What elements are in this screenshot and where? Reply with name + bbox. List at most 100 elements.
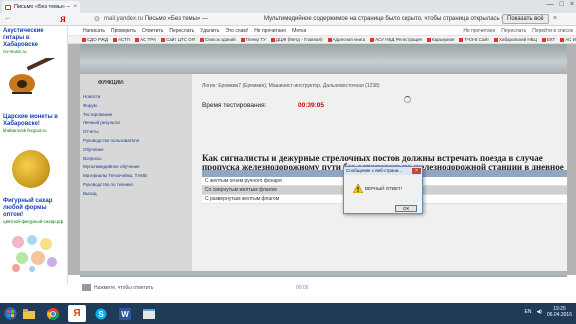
ad-url[interactable]: rio-music.ru xyxy=(3,49,66,54)
sidebar-item-exit[interactable]: Выход xyxy=(83,190,147,199)
bookmark-label: Хабаровский НБЦ xyxy=(499,37,537,42)
loading-spinner-icon xyxy=(404,96,411,103)
dialog-close-button[interactable]: × xyxy=(412,168,421,174)
quick-reply[interactable]: Нажмите, чтобы ответить xyxy=(82,284,153,291)
reply-link[interactable]: Ответить xyxy=(142,28,163,34)
window-icon xyxy=(143,308,155,319)
sidebar-item-tech-guide[interactable]: Руководство по технике xyxy=(83,181,147,190)
svg-text:S: S xyxy=(98,309,104,318)
toolbar-right-forward[interactable]: Переслать xyxy=(501,28,526,34)
quick-reply-text[interactable]: Нажмите, чтобы ответить xyxy=(94,285,153,291)
page-header-banner xyxy=(80,44,567,74)
label-link[interactable]: Метка xyxy=(292,28,306,34)
bookmark-favicon-icon xyxy=(113,37,118,42)
ad-sugar[interactable]: Фигурный сахар любой формы оптом! цветно… xyxy=(3,198,66,224)
guitar-image[interactable] xyxy=(6,58,62,98)
skype-taskbar-icon[interactable]: S xyxy=(92,305,110,322)
dialog-message: ВЕРНЫЙ ОТВЕТ! xyxy=(365,186,402,191)
svg-text:W: W xyxy=(121,310,129,319)
sidebar-item-multimedia[interactable]: Мультимедийное обучение xyxy=(83,163,147,172)
bookmark-label: СДО РЖД xyxy=(87,37,109,42)
bookmark-label: АСУ НБД Регистрация xyxy=(375,37,422,42)
sugar-image[interactable] xyxy=(8,232,60,272)
bookmark-favicon-icon xyxy=(82,37,86,42)
bookmark-favicon-icon xyxy=(494,37,499,42)
bookmark-item[interactable]: Адресная книга xyxy=(327,37,365,42)
delete-link[interactable]: Удалить xyxy=(200,28,219,34)
ads-column: Акустические гитары в Хабаровске rio-mus… xyxy=(0,26,68,284)
forward-link[interactable]: Переслать xyxy=(169,28,194,34)
show-all-button[interactable]: Показать всё xyxy=(502,14,549,24)
start-button[interactable] xyxy=(0,303,20,324)
bookmark-item[interactable]: ЕКТ xyxy=(541,37,555,42)
chrome-taskbar-icon[interactable] xyxy=(44,305,62,322)
ad-title[interactable]: Царские монеты в Хабаровске! xyxy=(3,114,66,128)
language-indicator[interactable]: EN xyxy=(525,309,532,315)
toolbar-right-unread[interactable]: Не прочитано xyxy=(463,28,495,34)
bookmark-label: ТЧЭ-8 Сайт xyxy=(464,37,490,42)
bookmark-item[interactable]: Карьерная xyxy=(427,37,454,42)
sidebar-item-forum[interactable]: Форум xyxy=(83,102,147,111)
bookmark-item[interactable]: АСТП xyxy=(113,37,130,42)
toolbar-right-list[interactable]: Перейти в список xyxy=(532,28,573,34)
close-window-button[interactable]: × xyxy=(570,1,574,8)
tab-close-icon[interactable]: × xyxy=(73,4,77,10)
ad-coins[interactable]: Царские монеты в Хабаровске! khabarovsk.… xyxy=(3,114,66,133)
yandex-taskbar-icon[interactable]: Я xyxy=(68,305,86,322)
explorer-taskbar-icon[interactable] xyxy=(20,305,38,322)
sidebar-item-personal-result[interactable]: Личный результат xyxy=(83,119,147,128)
browser-tab-bar: Письмо «Без темы» — × — □ × xyxy=(0,0,576,13)
bookmark-label: Список зданий xyxy=(204,37,236,42)
url-field[interactable]: mail.yandex.ru Письмо «Без темы» — xyxy=(104,16,208,22)
test-page: ФУНКЦИИ: Новости Форум Тестирование Личн… xyxy=(68,44,576,275)
bookmark-item[interactable]: Список зданий xyxy=(199,37,236,42)
clock-date: 06.04.2016 xyxy=(546,312,572,318)
sidebar-item-news[interactable]: Новости xyxy=(83,93,147,102)
sidebar-item-training[interactable]: Обучение xyxy=(83,146,147,155)
spam-link[interactable]: Это спам! xyxy=(225,28,248,34)
testing-time-value: 00:39:05 xyxy=(298,102,325,109)
sidebar-item-reports[interactable]: Отчеты xyxy=(83,128,147,137)
bookmark-item[interactable]: ТЧЭ-8 Сайт xyxy=(459,37,489,42)
bookmark-item[interactable]: Плеер ТУ xyxy=(240,37,266,42)
bookmark-item[interactable]: АС ТРА xyxy=(135,37,156,42)
yandex-icon: Я xyxy=(73,308,81,319)
ad-url[interactable]: цветной-фигурный-сахар.рф xyxy=(3,219,66,224)
back-icon[interactable]: ← xyxy=(4,15,11,22)
ad-title[interactable]: Акустические гитары в Хабаровске xyxy=(3,28,66,49)
ad-title[interactable]: Фигурный сахар любой формы оптом! xyxy=(3,198,66,219)
yandex-logo[interactable]: Я xyxy=(60,15,66,24)
maximize-button[interactable]: □ xyxy=(560,1,564,8)
sidebar-item-testing[interactable]: Тестирование xyxy=(83,111,147,120)
compose-link[interactable]: Написать xyxy=(83,28,105,34)
bookmark-item[interactable]: ДЦЖ (Метд - Главная) xyxy=(270,37,323,42)
warning-close-icon[interactable]: × xyxy=(553,15,557,22)
bookmark-item[interactable]: СДО РЖД xyxy=(82,37,108,42)
bookmark-item[interactable]: АСУ НБД Регистрация xyxy=(370,37,422,42)
bookmark-item[interactable]: Сайт ЦТС ОЯ xyxy=(160,37,195,42)
word-taskbar-icon[interactable]: W xyxy=(116,305,134,322)
unread-link[interactable]: Не прочитано xyxy=(254,28,286,34)
ok-button[interactable]: ОК xyxy=(395,205,417,212)
sidebar-item-questions[interactable]: Вопросы xyxy=(83,155,147,164)
minimize-button[interactable]: — xyxy=(547,1,554,8)
bookmark-label: Карьерная xyxy=(432,37,455,42)
bookmark-favicon-icon xyxy=(459,37,464,42)
bookmark-favicon-icon xyxy=(370,37,375,42)
bookmark-item[interactable]: АС Инструктор xyxy=(560,37,576,42)
browser-tab[interactable]: Письмо «Без темы» — × xyxy=(2,1,80,13)
volume-icon[interactable]: ◀) xyxy=(536,309,542,315)
bookmark-label: АС ТРА xyxy=(140,37,156,42)
sidebar-item-materials[interactable]: Материалы Тензочейка, ТАМБ xyxy=(83,172,147,181)
taskbar-clock[interactable]: 19:25 06.04.2016 xyxy=(547,306,572,318)
check-link[interactable]: Проверить xyxy=(111,28,136,34)
gold-coin-image[interactable] xyxy=(12,150,50,188)
bookmark-item[interactable]: Хабаровский НБЦ xyxy=(494,37,537,42)
bookmarks-bar: СДО РЖД АСТП АС ТРА Сайт ЦТС ОЯ Список здани… xyxy=(68,36,576,44)
bookmark-favicon-icon xyxy=(541,37,546,42)
app-taskbar-icon[interactable] xyxy=(140,305,158,322)
ad-url[interactable]: khabarovsk.fergoot.ru xyxy=(3,128,66,133)
ad-guitars[interactable]: Акустические гитары в Хабаровске rio-mus… xyxy=(3,28,66,54)
sidebar-item-user-guide[interactable]: Руководство пользователя xyxy=(83,137,147,146)
windows-taskbar: Я S W EN ◀) 19:25 06.04.2016 xyxy=(0,303,576,324)
